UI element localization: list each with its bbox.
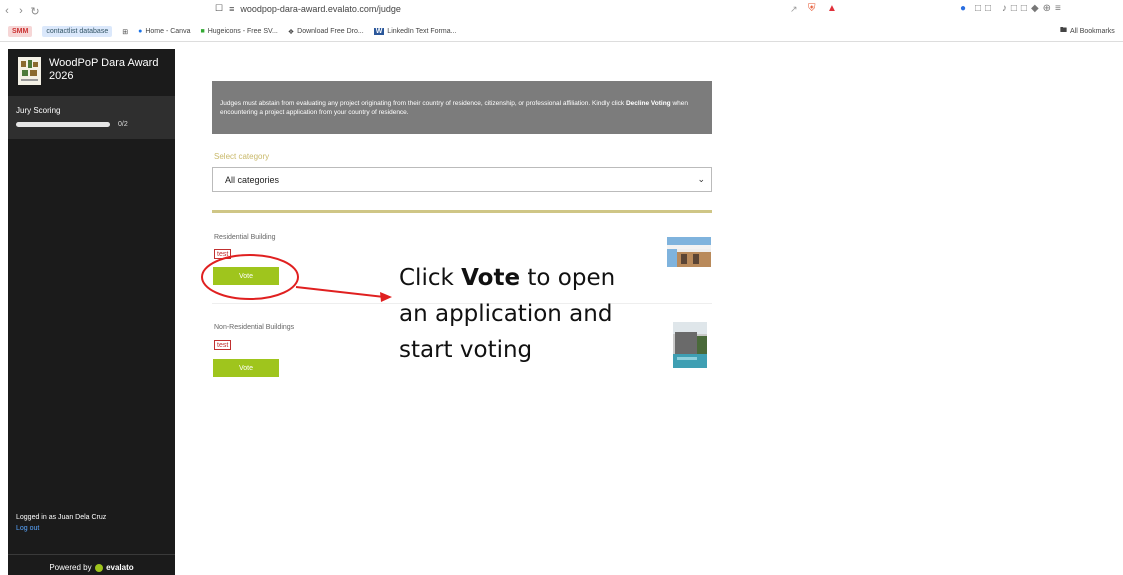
reload-icon[interactable]: ↻ [28,5,42,18]
extension-dot-icon[interactable]: ● [960,3,966,14]
progress-fill [16,122,110,127]
award-header[interactable]: WoodPoP Dara Award 2026 [8,49,175,94]
sidebar: WoodPoP Dara Award 2026 Jury Scoring 0/2… [8,49,175,575]
chevron-down-icon: ⌄ [697,174,705,184]
entry-category: Residential Building [214,234,276,241]
bookmark-label: LinkedIn Text Forma... [387,28,457,35]
callout-line-2: an application and [399,301,613,327]
browser-toolbar: ‹ › ↻ ☐ ≡ woodpop-dara-award.evalato.com… [0,0,1123,22]
bookmark-label: Home - Canva [145,28,191,35]
address-bar[interactable]: ☐ ≡ woodpop-dara-award.evalato.com/judge [215,3,401,14]
callout-line-3: start voting [399,337,533,363]
entry-category: Non-Residential Buildings [214,324,295,331]
bookmark-icon[interactable]: ☐ [215,3,223,14]
word-icon: W [373,28,385,35]
jury-scoring-nav[interactable]: Jury Scoring 0/2 [8,96,175,139]
category-value: All categories [225,174,280,185]
notice-bold: Decline Voting [625,100,671,107]
annotation-arrow [295,286,385,298]
back-icon[interactable]: ‹ [0,5,14,17]
callout-bold: Vote [461,265,521,291]
brand-name: evalato [106,563,134,572]
bookmark-label: SMM [8,26,33,37]
arrowhead-icon [380,292,392,302]
vote-button[interactable]: Vote [213,359,279,377]
bookmarks-bar: SMM contactlist database ⊞ ● Home - Canv… [0,22,1123,42]
url-text[interactable]: woodpop-dara-award.evalato.com/judge [240,4,401,14]
bookmark-contactlist[interactable]: contactlist database [42,26,113,37]
bookmark-canva[interactable]: ● Home - Canva [138,28,190,35]
bookmark-label: contactlist database [42,26,113,37]
brave-shield-icon[interactable]: ⛨ [808,3,816,14]
canva-icon: ● [138,28,143,35]
share-icon[interactable]: ↗ [790,4,798,15]
scoring-progress: 0/2 [16,121,175,128]
sidebar-divider [8,554,175,555]
logged-in-text: Logged in as Juan Dela Cruz [16,514,107,521]
notice-banner: Judges must abstain from evaluating any … [212,81,712,134]
apps-grid-icon: ⊞ [122,28,129,36]
instruction-callout: Click Vote to open an application and st… [399,260,615,368]
callout-pre: Click [399,265,454,291]
login-info: Logged in as Juan Dela Cruz Log out [16,512,106,534]
bookmark-smm[interactable]: SMM [8,26,33,37]
bookmark-label: Download Free Dro... [297,28,364,35]
callout-post: to open [527,265,616,291]
vote-button[interactable]: Vote [213,267,279,285]
bookmark-apps[interactable]: ⊞ [122,28,128,36]
dropbox-icon: ❖ [287,28,295,36]
site-info-icon[interactable]: ≡ [229,4,234,14]
progress-count: 0/2 [118,121,128,128]
award-logo [18,57,41,85]
extensions-icon[interactable]: □□ ♪□□◆⊕≡ [975,3,1065,14]
jury-scoring-label: Jury Scoring [16,106,61,115]
entry-tag: test [214,249,232,259]
category-label: Select category [214,152,270,161]
logout-link[interactable]: Log out [16,523,106,534]
folder-icon: 🖿 [1060,27,1067,34]
entry-tag: test [214,340,232,350]
all-bookmarks[interactable]: 🖿 All Bookmarks [1060,26,1115,37]
all-bookmarks-label: All Bookmarks [1070,28,1115,35]
section-divider [212,210,712,213]
powered-by[interactable]: Powered by evalato [8,563,175,572]
powered-by-label: Powered by [49,563,92,572]
brave-rewards-icon[interactable]: ▲ [827,3,837,14]
forward-icon[interactable]: › [14,5,28,17]
evalato-logo-icon [94,563,103,572]
entry-thumbnail[interactable] [667,237,711,272]
bookmark-dropbox[interactable]: ❖ Download Free Dro... [288,28,364,36]
award-title: WoodPoP Dara Award 2026 [49,57,159,82]
entry-thumbnail[interactable] [673,322,707,373]
bookmark-label: Hugeicons - Free SV... [207,28,278,35]
category-select[interactable]: All categories ⌄ [212,167,712,192]
bookmark-linkedin[interactable]: W LinkedIn Text Forma... [373,28,457,35]
callout-line-1: Click Vote to open [399,260,615,296]
notice-text: Judges must abstain from evaluating any … [220,100,625,107]
progress-bar [16,122,110,127]
bookmark-hugeicons[interactable]: ■ Hugeicons - Free SV... [200,28,277,35]
hugeicons-icon: ■ [200,28,205,35]
